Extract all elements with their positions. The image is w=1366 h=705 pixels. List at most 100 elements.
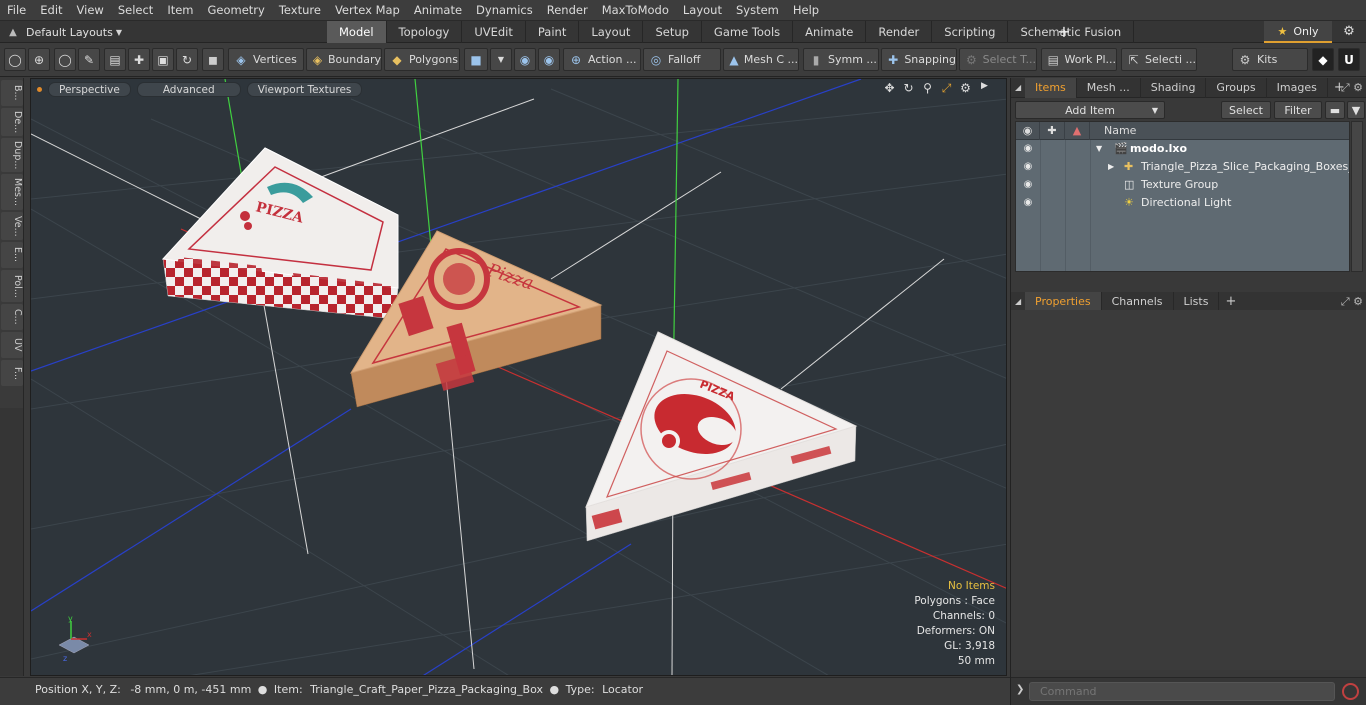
record-icon[interactable] bbox=[1342, 683, 1359, 700]
eye-icon[interactable]: ◉ bbox=[1016, 140, 1040, 158]
left-tab-deform[interactable]: De... bbox=[1, 108, 23, 136]
action-center-button[interactable]: ⊕ Action ... bbox=[563, 48, 641, 71]
center-button[interactable]: ✚ bbox=[128, 48, 150, 71]
left-tab-uv[interactable]: UV bbox=[1, 332, 23, 358]
tab-paint[interactable]: Paint bbox=[526, 21, 580, 43]
tree-row-texture-group[interactable]: ◉ ◫ Texture Group bbox=[1016, 176, 1349, 194]
symmetry-button[interactable]: ▮ Symm ... bbox=[803, 48, 879, 71]
filter-button[interactable]: Filter bbox=[1274, 101, 1322, 119]
left-tab-edge[interactable]: E... bbox=[1, 242, 23, 268]
pizza-box-white-checker[interactable]: PIZZA bbox=[161, 147, 399, 320]
funnel-button[interactable]: ▼ bbox=[1347, 101, 1365, 119]
align-button[interactable]: ▤ bbox=[104, 48, 126, 71]
tab-render[interactable]: Render bbox=[866, 21, 933, 43]
left-tab-vertex[interactable]: Ve... bbox=[1, 212, 23, 240]
menu-view[interactable]: View bbox=[70, 3, 111, 17]
material-dropdown[interactable]: ▼ bbox=[490, 48, 512, 71]
tab-layout[interactable]: Layout bbox=[579, 21, 644, 43]
pan-icon[interactable]: ✥ bbox=[880, 81, 899, 96]
3d-viewport[interactable]: PIZZA Pizza PIZZA Perspective Advanced V… bbox=[30, 78, 1007, 676]
item-mode-button[interactable]: ◼ bbox=[202, 48, 224, 71]
left-tab-mesh-edit[interactable]: Mes... bbox=[1, 174, 23, 210]
boundary-button[interactable]: ◈ Boundary bbox=[306, 48, 382, 71]
maximize-icon[interactable]: ⤢ bbox=[937, 81, 956, 96]
viewport-options-icon[interactable] bbox=[37, 86, 42, 92]
symmetry-shield-button[interactable]: ◉ bbox=[514, 48, 536, 71]
work-plane-button[interactable]: ▤ Work Pl... bbox=[1041, 48, 1117, 71]
eye-icon[interactable]: ◉ bbox=[1016, 176, 1040, 194]
menu-select[interactable]: Select bbox=[111, 3, 160, 17]
panel-expand-icon[interactable]: ⤢ ⚙ bbox=[1341, 295, 1363, 309]
vertices-button[interactable]: ◈ Vertices bbox=[228, 48, 304, 71]
orbit-icon[interactable]: ↻ bbox=[899, 81, 918, 96]
gear-icon[interactable]: ⚙ bbox=[1338, 21, 1360, 43]
collapse-button[interactable]: ▬ bbox=[1325, 101, 1345, 119]
menu-texture[interactable]: Texture bbox=[272, 3, 328, 17]
viewport-textures-button[interactable]: Viewport Textures bbox=[246, 81, 363, 97]
left-tab-polygon[interactable]: Pol... bbox=[1, 270, 23, 302]
tab-setup[interactable]: Setup bbox=[643, 21, 702, 43]
menu-render[interactable]: Render bbox=[540, 3, 595, 17]
select-button[interactable]: Select bbox=[1221, 101, 1271, 119]
menu-geometry[interactable]: Geometry bbox=[201, 3, 272, 17]
render-column-icon[interactable]: ▲ bbox=[1065, 122, 1090, 140]
polygons-button[interactable]: ◆ Polygons bbox=[384, 48, 460, 71]
menu-edit[interactable]: Edit bbox=[33, 3, 69, 17]
play-icon[interactable]: ▶ bbox=[975, 81, 994, 96]
tab-animate[interactable]: Animate bbox=[793, 21, 867, 43]
expand-arrow-icon[interactable]: ▶ bbox=[1108, 158, 1114, 176]
rotate-button[interactable]: ↻ bbox=[176, 48, 198, 71]
eye-icon[interactable]: ◉ bbox=[1016, 158, 1040, 176]
chevron-right-icon[interactable]: ❯ bbox=[1016, 684, 1024, 695]
material-button[interactable]: ■ bbox=[464, 48, 488, 71]
layout-selector[interactable]: ▲ Default Layouts ▼ bbox=[0, 21, 122, 43]
tab-images[interactable]: Images bbox=[1267, 77, 1328, 98]
soft-selection-button[interactable]: ◉ bbox=[538, 48, 560, 71]
brush-button[interactable]: ✎ bbox=[78, 48, 100, 71]
menu-file[interactable]: File bbox=[0, 3, 33, 17]
globe-button[interactable]: ⊕ bbox=[28, 48, 50, 71]
menu-layout[interactable]: Layout bbox=[676, 3, 729, 17]
menu-item[interactable]: Item bbox=[160, 3, 200, 17]
left-tab-curve[interactable]: C... bbox=[1, 304, 23, 330]
falloff-button[interactable]: ◎ Falloff bbox=[643, 48, 721, 71]
tab-model[interactable]: Model bbox=[327, 21, 387, 43]
expand-arrow-icon[interactable]: ▼ bbox=[1096, 140, 1102, 158]
mesh-constraint-button[interactable]: ▲ Mesh C ... bbox=[723, 48, 799, 71]
tree-row-scene[interactable]: ◉ ▼ 🎬 modo.lxo bbox=[1016, 140, 1349, 158]
left-tab-basic[interactable]: B... bbox=[1, 80, 23, 106]
select-circle-button[interactable]: ◯ bbox=[4, 48, 26, 71]
lasso-button[interactable]: ◯ bbox=[54, 48, 76, 71]
menu-help[interactable]: Help bbox=[786, 3, 826, 17]
tab-mesh[interactable]: Mesh ... bbox=[1077, 77, 1141, 98]
tab-items[interactable]: Items bbox=[1025, 77, 1077, 98]
gear-icon[interactable]: ⚙ bbox=[956, 81, 975, 96]
menu-animate[interactable]: Animate bbox=[407, 3, 469, 17]
tab-shading[interactable]: Shading bbox=[1141, 77, 1207, 98]
only-toggle[interactable]: ★ Only bbox=[1264, 21, 1332, 43]
tab-channels[interactable]: Channels bbox=[1102, 291, 1174, 312]
left-tab-duplicate[interactable]: Dup... bbox=[1, 138, 23, 172]
menu-maxtomodo[interactable]: MaxToModo bbox=[595, 3, 676, 17]
tab-scripting[interactable]: Scripting bbox=[932, 21, 1009, 43]
add-tab-icon[interactable]: + bbox=[1219, 294, 1242, 309]
add-tab-icon[interactable]: + bbox=[1056, 21, 1072, 43]
lock-column-icon[interactable]: ✚ bbox=[1040, 122, 1065, 140]
tab-groups[interactable]: Groups bbox=[1206, 77, 1267, 98]
menu-system[interactable]: System bbox=[729, 3, 786, 17]
viewport-scene[interactable]: PIZZA Pizza PIZZA bbox=[31, 79, 1007, 676]
tab-lists[interactable]: Lists bbox=[1174, 291, 1220, 312]
panel-expand-icon[interactable]: ⤢ ⚙ bbox=[1341, 81, 1363, 95]
perspective-button[interactable]: Perspective bbox=[48, 81, 131, 97]
frame-button[interactable]: ▣ bbox=[152, 48, 174, 71]
zoom-icon[interactable]: ⚲ bbox=[918, 81, 937, 96]
command-input[interactable] bbox=[1029, 682, 1335, 701]
menu-vertex-map[interactable]: Vertex Map bbox=[328, 3, 407, 17]
tab-uvedit[interactable]: UVEdit bbox=[462, 21, 526, 43]
pizza-box-white-logo[interactable]: PIZZA bbox=[585, 331, 858, 542]
select-through-button[interactable]: ⚙ Select T... bbox=[959, 48, 1037, 71]
layout-up-icon[interactable]: ▲ bbox=[0, 27, 26, 38]
tab-game-tools[interactable]: Game Tools bbox=[702, 21, 794, 43]
left-tab-fusion[interactable]: F... bbox=[1, 360, 23, 386]
kits-button[interactable]: ⚙ Kits bbox=[1232, 48, 1308, 71]
